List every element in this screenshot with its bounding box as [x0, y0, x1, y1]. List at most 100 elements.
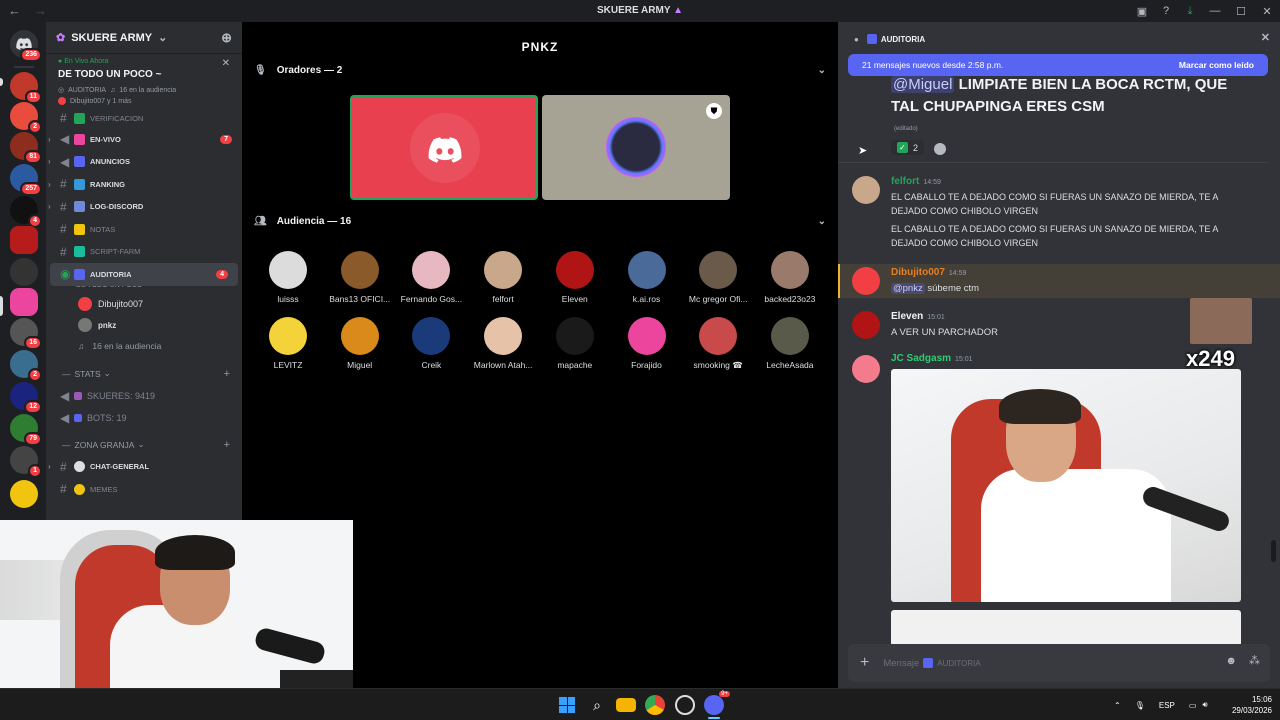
server-icon[interactable]: 81	[10, 132, 42, 164]
audience-member[interactable]: Bans13 OFICI...	[324, 251, 396, 304]
server-icon[interactable]: 1	[10, 446, 42, 478]
audience-member[interactable]: LecheAsada	[754, 317, 826, 370]
stage-user[interactable]: pnkz	[46, 315, 242, 336]
audience-member[interactable]: Forajido	[611, 317, 683, 370]
add-attachment-icon[interactable]: +	[860, 654, 869, 672]
message-author[interactable]: Dibujito007 14:59	[891, 267, 966, 278]
audience-member[interactable]: mapache	[539, 317, 611, 370]
chrome-icon[interactable]	[645, 695, 665, 715]
new-messages-bar[interactable]: 21 mensajes nuevos desde 2:58 p.m. Marca…	[848, 54, 1268, 76]
search-icon[interactable]: ⌕	[587, 695, 607, 715]
chevron-up-icon[interactable]: ⌃	[1114, 701, 1121, 710]
inbox-icon[interactable]: ▣	[1130, 5, 1154, 18]
stage-audience-count[interactable]: ♫ 16 en la audiencia	[46, 336, 242, 357]
speakers-header[interactable]: 🎙︎ Oradores — 2 ⌄	[254, 62, 826, 78]
avatar[interactable]	[852, 311, 880, 339]
user-mention[interactable]: @pnkz	[891, 283, 925, 294]
category-stats[interactable]: — STATS ⌄ +	[46, 363, 242, 385]
server-icon[interactable]	[10, 226, 38, 254]
audience-member[interactable]: LEVITZ	[252, 317, 324, 370]
channel-memes[interactable]: # MEMES	[46, 478, 242, 501]
stage-channel-auditoria[interactable]: ◉ AUDITORIA 4	[50, 263, 238, 286]
minimize-button[interactable]: —	[1202, 5, 1228, 17]
file-explorer-icon[interactable]	[616, 698, 636, 712]
server-icon[interactable]: 12	[10, 382, 42, 414]
avatar[interactable]	[852, 267, 880, 295]
audience-member[interactable]: Miguel	[324, 317, 396, 370]
message-composer[interactable]: + Mensaje AUDITORIA ☻ ⁂	[848, 644, 1270, 682]
mark-as-read-button[interactable]: Marcar como leído	[1179, 60, 1254, 70]
audience-member[interactable]: backed23o23	[754, 251, 826, 304]
avatar[interactable]	[852, 176, 880, 204]
network-icon[interactable]: ▭	[1189, 701, 1197, 710]
channel-script-farm[interactable]: # SCRIPT-FARM	[46, 241, 242, 264]
server-icon[interactable]	[10, 258, 38, 286]
avatar[interactable]	[852, 355, 880, 383]
audience-member[interactable]: Marlown Atah...	[467, 317, 539, 370]
channel-verificacion[interactable]: # VERIFICACION	[46, 108, 242, 128]
audience-member[interactable]: Mc gregor Ofi...	[682, 251, 754, 304]
add-member-icon[interactable]: ⊕	[221, 30, 232, 46]
server-header[interactable]: ✿ SKUERE ARMY ⌄ ⊕	[46, 22, 242, 54]
live-now-panel[interactable]: ● En Vivo Ahora ✕ DE TODO UN POCO ~ ◎ AU…	[46, 54, 242, 111]
channel-notas[interactable]: # NOTAS	[46, 218, 242, 241]
live-audience: 16 en la audiencia	[119, 86, 177, 94]
server-icon[interactable]: 11	[10, 72, 42, 104]
app-icon[interactable]	[675, 695, 695, 715]
channel-log-discord[interactable]: › # LOG-DISCORD	[46, 196, 242, 219]
channel-en-vivo[interactable]: › ◀ EN-VIVO 7	[46, 128, 242, 151]
help-icon[interactable]: ?	[1154, 5, 1178, 17]
close-icon[interactable]: ✕	[1261, 31, 1270, 44]
close-window-button[interactable]: ✕	[1254, 5, 1280, 18]
apps-icon[interactable]: ⁂	[1249, 655, 1260, 667]
audience-member[interactable]: Creik	[395, 317, 467, 370]
message-image-attachment[interactable]	[891, 369, 1241, 602]
channel-ranking[interactable]: › # RANKING	[46, 173, 242, 196]
server-icon[interactable]: 2	[10, 350, 42, 382]
direct-messages-icon[interactable]: 236	[10, 30, 42, 62]
audience-header[interactable]: 👥︎ Audiencia — 16 ⌄	[254, 213, 826, 229]
channel-chat-general[interactable]: › # CHAT-GENERAL	[46, 456, 242, 479]
server-icon[interactable]: 257	[10, 164, 42, 196]
volume-icon[interactable]: 🔊︎	[1202, 700, 1207, 710]
server-icon-active[interactable]	[10, 288, 38, 316]
clock[interactable]: 15:06 29/03/2026	[1232, 694, 1272, 716]
add-channel-icon[interactable]: +	[224, 368, 230, 380]
server-icon[interactable]: 4	[10, 196, 42, 228]
channel-anuncios[interactable]: › ◀ ANUNCIOS	[46, 151, 242, 174]
audience-member[interactable]: luisss	[252, 251, 324, 304]
scrollbar[interactable]	[1271, 540, 1276, 562]
add-channel-icon[interactable]: +	[224, 439, 230, 451]
download-icon[interactable]: ⤓	[1178, 5, 1202, 18]
audience-member[interactable]: smooking ☎	[682, 317, 754, 371]
discord-taskbar-icon[interactable]: 9+	[704, 691, 730, 715]
category-zona-granja[interactable]: — ZONA GRANJA ⌄ +	[46, 434, 242, 456]
server-icon[interactable]: 79	[10, 414, 42, 446]
server-icon[interactable]: 16	[10, 318, 42, 350]
speaker-tile[interactable]	[350, 95, 538, 200]
message-author[interactable]: JC Sadgasm 15:01	[891, 353, 973, 364]
voice-channel-members[interactable]: ◀ SKUERES: 9419	[46, 385, 242, 408]
windows-start-icon[interactable]	[557, 695, 577, 715]
server-icon[interactable]	[10, 480, 38, 508]
reaction-pill[interactable]: ✓ 2	[891, 140, 925, 155]
chevron-right-icon: ›	[48, 179, 51, 189]
maximize-button[interactable]: ☐	[1228, 5, 1254, 18]
message-author[interactable]: felfort 14:59	[891, 176, 941, 187]
add-reaction-icon[interactable]	[934, 143, 946, 155]
audience-member[interactable]: Eleven	[539, 251, 611, 304]
stage-user[interactable]: Dibujito007	[46, 294, 242, 315]
server-icon[interactable]: 2	[10, 102, 42, 134]
microphone-icon[interactable]: 🎙︎	[1135, 701, 1145, 710]
message-image-attachment[interactable]	[891, 610, 1241, 646]
user-mention[interactable]: @Miguel	[891, 76, 955, 93]
close-icon[interactable]: ✕	[222, 58, 230, 69]
audience-member[interactable]: k.ai.ros	[611, 251, 683, 304]
emoji-icon[interactable]: ☻	[1225, 655, 1237, 667]
voice-channel-bots[interactable]: ◀ BOTS: 19	[46, 407, 242, 430]
message-author[interactable]: Eleven 15:01	[891, 311, 945, 322]
audience-member[interactable]: felfort	[467, 251, 539, 304]
speaker-tile[interactable]: ⛊	[542, 95, 730, 200]
audience-member[interactable]: Fernando Gos...	[395, 251, 467, 304]
language-indicator[interactable]: ESP	[1159, 701, 1175, 710]
